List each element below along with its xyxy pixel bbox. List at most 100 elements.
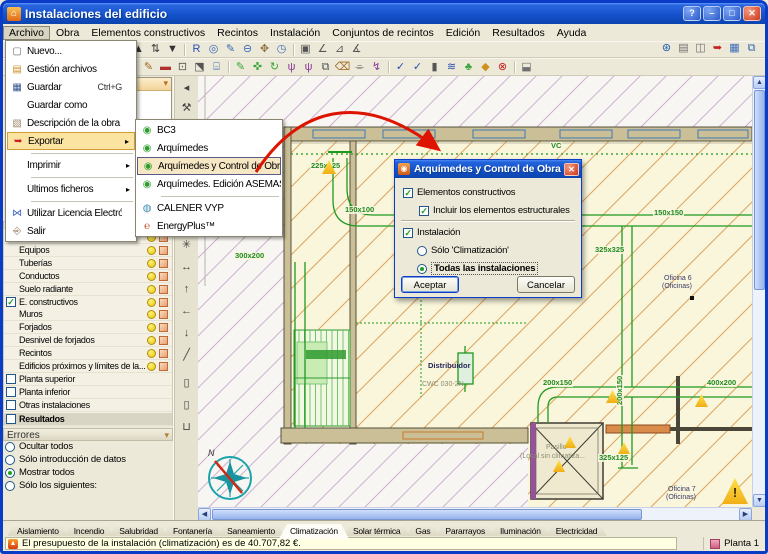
menu-conjuntos-de-recintos[interactable]: Conjuntos de recintos xyxy=(326,26,440,40)
layer-row[interactable]: Otras instalaciones xyxy=(4,399,172,412)
error-filter-radio[interactable]: Mostrar todos xyxy=(5,467,171,479)
menu-edicion[interactable]: Edición xyxy=(440,26,486,40)
rotate-icon[interactable]: ↻ xyxy=(266,60,283,75)
dialog-close-button[interactable]: ✕ xyxy=(564,163,579,176)
radio-icon[interactable] xyxy=(5,468,15,478)
menu-recintos[interactable]: Recintos xyxy=(211,26,264,40)
layer-row[interactable]: Tuberías xyxy=(4,257,172,270)
help-button[interactable]: ? xyxy=(683,6,701,21)
menu-obra[interactable]: Obra xyxy=(50,26,85,40)
move-icon[interactable]: ✜ xyxy=(249,60,266,75)
toolbar-icon[interactable] xyxy=(290,42,297,57)
triangle-icon[interactable]: ⊿ xyxy=(331,42,348,57)
layer-row[interactable]: Forjados xyxy=(4,321,172,334)
zoom-edit-icon[interactable]: ✎ xyxy=(222,42,239,57)
menu-item-licencia-electronica[interactable]: ⋈ Utilizar Licencia Electrónica xyxy=(7,204,135,222)
connect-icon[interactable]: ↯ xyxy=(368,60,385,75)
layer-row[interactable]: Muros xyxy=(4,308,172,321)
checkbox-icon[interactable]: ✓ xyxy=(403,188,413,198)
layer-row[interactable]: Resultados xyxy=(4,413,172,426)
toolbar-icon[interactable] xyxy=(511,60,518,75)
minimize-button[interactable]: – xyxy=(703,6,721,21)
submenu-item-arquimedes-edicion-asemas[interactable]: ◉ Arquímedes. Edición ASEMAS xyxy=(137,175,281,193)
layer-cube-icon[interactable] xyxy=(159,310,168,319)
pan-icon[interactable]: ✥ xyxy=(256,42,273,57)
horizontal-scroll-thumb[interactable] xyxy=(212,509,642,520)
fit-icon[interactable]: ⇅ xyxy=(147,42,164,57)
layer-color-icon[interactable] xyxy=(147,323,156,332)
layer-cube-icon[interactable] xyxy=(159,246,168,255)
toolbar-icon[interactable] xyxy=(385,60,392,75)
layer-row[interactable]: Equipos xyxy=(4,244,172,257)
layer-checkbox[interactable] xyxy=(6,374,16,384)
layer-checkbox[interactable] xyxy=(6,414,16,424)
radio-icon[interactable] xyxy=(417,264,427,274)
scroll-up-icon[interactable]: ▲ xyxy=(753,76,766,89)
menu-item-descripcion-obra[interactable]: ▧ Descripción de la obra xyxy=(7,114,135,132)
pencil-icon[interactable]: ✎ xyxy=(140,60,157,75)
menu-item-guardar-como[interactable]: Guardar como xyxy=(7,96,135,114)
export-red-icon[interactable]: ➥ xyxy=(709,41,726,56)
submenu-item-calener-vyp[interactable]: ◍ CALENER VYP xyxy=(137,199,281,217)
edit-icon[interactable]: ✎ xyxy=(232,60,249,75)
column-icon[interactable]: ▯ xyxy=(177,375,196,392)
monitor-icon[interactable]: ⧉ xyxy=(743,41,760,56)
radio-icon[interactable] xyxy=(5,442,15,452)
cancel-button[interactable]: Cancelar xyxy=(517,276,575,293)
doc-icon[interactable]: ⌸ xyxy=(208,60,225,75)
layer-checkbox[interactable] xyxy=(6,297,16,307)
title-bar[interactable]: ⌂ Instalaciones del edificio ? – □ ✕ xyxy=(3,3,765,24)
checkbox-elementos-constructivos[interactable]: ✓ Elementos constructivos xyxy=(403,187,515,198)
slope-icon[interactable]: ╱ xyxy=(177,347,196,364)
select-icon[interactable]: ⬔ xyxy=(191,60,208,75)
error-filter-radio[interactable]: Sólo los siguientes: xyxy=(5,480,171,492)
line-icon[interactable]: ▬ xyxy=(157,60,174,75)
tree-icon[interactable]: ♣ xyxy=(460,60,477,75)
layer-cube-icon[interactable] xyxy=(159,336,168,345)
menu-ayuda[interactable]: Ayuda xyxy=(551,26,593,40)
vertical-scrollbar[interactable]: ▲ ▼ xyxy=(752,76,765,507)
menu-item-exportar[interactable]: ➥ Exportar ▸ xyxy=(7,132,135,150)
tab-climatizacion[interactable]: Climatización xyxy=(279,524,349,539)
layer-checkbox[interactable] xyxy=(6,400,16,410)
layer-checkbox[interactable] xyxy=(6,387,16,397)
shield-icon[interactable]: ◆ xyxy=(477,60,494,75)
layer-row[interactable]: Planta inferior xyxy=(4,386,172,399)
layer-color-icon[interactable] xyxy=(147,349,156,358)
beam-icon[interactable]: ▯ xyxy=(177,397,196,414)
plant-indicator[interactable]: Planta 1 xyxy=(703,537,759,550)
vertical-scroll-thumb[interactable] xyxy=(754,90,765,290)
error-filter-radio[interactable]: Sólo introducción de datos xyxy=(5,454,171,466)
layer-cube-icon[interactable] xyxy=(159,259,168,268)
error-icon[interactable]: ⊗ xyxy=(494,60,511,75)
delete-icon[interactable]: ⌫ xyxy=(334,60,351,75)
menu-resultados[interactable]: Resultados xyxy=(486,26,551,40)
menu-item-imprimir[interactable]: Imprimir ▸ xyxy=(7,156,135,174)
submenu-item-arquimedes-y-control-de-obra[interactable]: ◉ Arquímedes y Control de Obra xyxy=(137,157,281,175)
zoom-window-icon[interactable]: ◎ xyxy=(205,42,222,57)
radio-icon[interactable] xyxy=(5,455,15,465)
list-icon[interactable]: ≋ xyxy=(443,60,460,75)
move-up-icon[interactable]: ↑ xyxy=(177,281,196,298)
layer-cube-icon[interactable] xyxy=(159,272,168,281)
layer-cube-icon[interactable] xyxy=(159,323,168,332)
down-icon[interactable]: ▼ xyxy=(164,42,181,57)
checkbox-instalacion[interactable]: ✓ Instalación xyxy=(403,227,460,238)
angle-icon[interactable]: ∠ xyxy=(314,42,331,57)
layer-cube-icon[interactable] xyxy=(159,349,168,358)
zoom-out-icon[interactable]: ⊖ xyxy=(239,42,256,57)
layer-row[interactable]: Edificios próximos y límites de la... xyxy=(4,360,172,373)
toolbar-icon[interactable] xyxy=(181,42,188,57)
submenu-item-arquimedes[interactable]: ◉ Arquímedes xyxy=(137,139,281,157)
copy-icon[interactable]: ⧉ xyxy=(317,60,334,75)
results-icon[interactable]: R xyxy=(188,42,205,57)
move-down-icon[interactable]: ↓ xyxy=(177,325,196,342)
layer-color-icon[interactable] xyxy=(147,310,156,319)
branch-2-icon[interactable]: ψ xyxy=(300,60,317,75)
image-icon[interactable]: ▣ xyxy=(297,42,314,57)
insert-icon[interactable]: ⊡ xyxy=(174,60,191,75)
layer-row[interactable]: Conductos xyxy=(4,270,172,283)
layer-row[interactable]: Planta superior xyxy=(4,373,172,386)
layer-color-icon[interactable] xyxy=(147,336,156,345)
menu-item-salir[interactable]: ⎆ Salir xyxy=(7,222,135,240)
